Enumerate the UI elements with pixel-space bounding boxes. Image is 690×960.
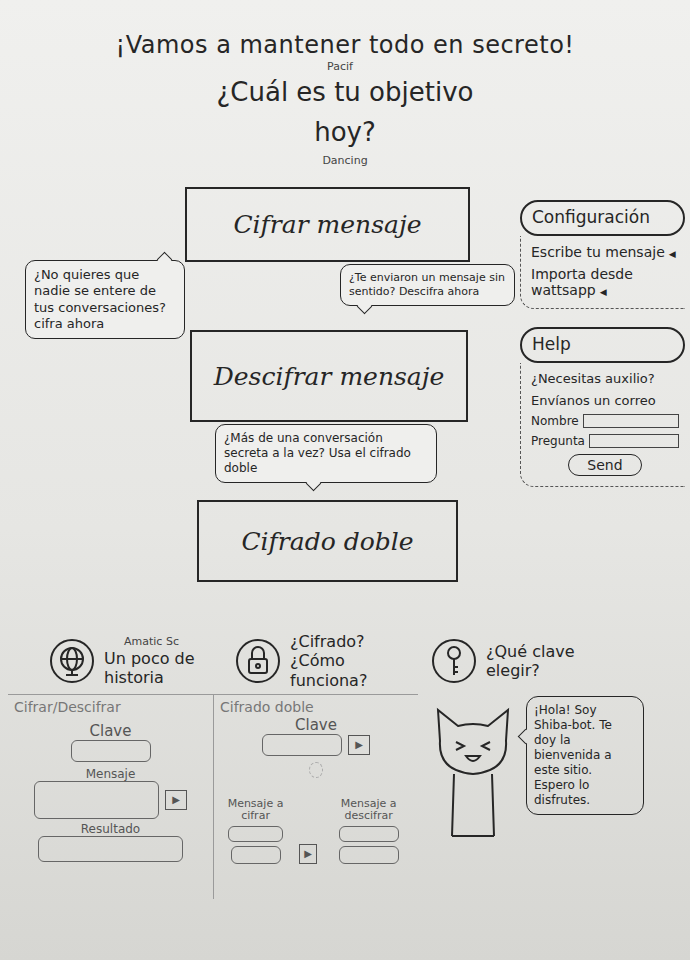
field-label: Resultado xyxy=(81,823,140,836)
decrypt-column: Mensaje a descifrar xyxy=(325,796,412,864)
field-label: Clave xyxy=(90,723,132,740)
message-row: ▶ xyxy=(34,781,187,819)
message-input[interactable] xyxy=(34,781,159,819)
field-label: Mensaje xyxy=(86,768,136,781)
form-field: Pregunta xyxy=(531,434,679,448)
form-field: Nombre xyxy=(531,414,679,428)
main: Cifrar mensaje Descifrar mensaje Cifrado d… xyxy=(0,168,690,602)
tools: Cifrar/DescifrarClaveMensaje▶ResultadoCi… xyxy=(0,694,690,899)
paper-sketch: ¡Vamos a mantener todo en secreto!Pacif¿… xyxy=(0,0,690,960)
text-input[interactable] xyxy=(583,414,679,428)
run-button[interactable]: ▶ xyxy=(299,844,317,864)
result-output xyxy=(339,846,399,864)
message-input[interactable] xyxy=(339,826,399,842)
title: ¡Vamos a mantener todo en secreto! xyxy=(116,30,575,60)
text-input[interactable] xyxy=(589,434,679,448)
key-input[interactable] xyxy=(262,734,342,756)
panel-title: Cifrado doble xyxy=(220,699,314,715)
info-label: ¿Qué clave elegir? xyxy=(486,642,596,680)
info-label: Un poco de historia xyxy=(104,649,204,687)
action-button[interactable]: Cifrar mensaje xyxy=(185,187,470,262)
help-hint: Envíanos un correo xyxy=(531,393,679,409)
action-column: Cifrar mensaje Descifrar mensaje Cifrado d… xyxy=(10,182,515,602)
field-label: Mensaje a cifrar xyxy=(220,798,291,822)
cipher-panel: Cifrar/Descifrar Clave Mensaje ▶ Resultado xyxy=(8,694,213,899)
field-label: Mensaje a descifrar xyxy=(325,798,412,822)
field-label: Clave xyxy=(295,717,337,734)
header: ¡Vamos a mantener todo en secreto!Pacif¿… xyxy=(0,0,690,168)
font-note: Dancing xyxy=(322,154,367,168)
run-button[interactable]: ▶ xyxy=(348,735,370,755)
key-icon xyxy=(430,637,478,685)
help-question: ¿Necesitas auxilio? xyxy=(531,371,679,387)
action-button[interactable]: Cifrado doble xyxy=(197,500,458,582)
lock-icon xyxy=(234,637,282,685)
info-text: ¿Qué clave elegir? xyxy=(486,642,596,680)
font-note: Pacif xyxy=(327,60,353,74)
send-button[interactable]: Send xyxy=(568,454,641,476)
font-note: Amatic Sc xyxy=(124,635,204,649)
sidebar: Configuración Escribe tu mensaje◀ Importa … xyxy=(520,182,685,602)
key-row: ▶ xyxy=(262,734,370,756)
message-input[interactable] xyxy=(228,826,283,842)
key-input[interactable] xyxy=(71,740,151,762)
tip-bubble: ¿No quieres que nadie se entere de tus c… xyxy=(25,260,185,339)
info-link[interactable]: ¿Qué clave elegir? xyxy=(430,628,596,694)
double-fields: Mensaje a cifrar ▶ Mensaje a descifrar xyxy=(220,796,412,864)
config-item[interactable]: Escribe tu mensaje◀ xyxy=(531,244,679,260)
subtitle: hoy? xyxy=(314,110,376,154)
tip-bubble: ¿Más de una conversación secreta a la ve… xyxy=(215,424,437,483)
connector xyxy=(309,762,323,778)
action-button[interactable]: Descifrar mensaje xyxy=(190,330,468,422)
info-links: Amatic ScUn poco de historia ¿Cifrado? ¿C… xyxy=(0,602,690,694)
info-text: Amatic ScUn poco de historia xyxy=(104,635,204,687)
globe-icon xyxy=(48,637,96,685)
info-label: ¿Cifrado? ¿Cómo funciona? xyxy=(290,632,400,690)
subtitle: ¿Cuál es tu objetivo xyxy=(217,74,474,110)
run-button[interactable]: ▶ xyxy=(165,790,187,810)
tip-bubble: ¿Te enviaron un mensaje sin sentido? Des… xyxy=(340,264,515,306)
result-output xyxy=(231,846,281,864)
panel-title: Cifrar/Descifrar xyxy=(14,699,121,715)
encrypt-column: Mensaje a cifrar xyxy=(220,796,291,864)
help-header[interactable]: Help xyxy=(520,327,685,363)
arrow-icon: ◀ xyxy=(669,249,676,259)
result-output xyxy=(38,836,183,862)
info-link[interactable]: ¿Cifrado? ¿Cómo funciona? xyxy=(234,628,400,694)
help-form: ¿Necesitas auxilio? Envíanos un correo Nom… xyxy=(520,363,685,487)
shiba-bot-icon xyxy=(428,696,518,846)
field-label: Pregunta xyxy=(531,434,585,448)
bot-bubble: ¡Hola! Soy Shiba-bot. Te doy la bienveni… xyxy=(526,696,644,815)
arrow-icon: ◀ xyxy=(600,287,607,297)
info-text: ¿Cifrado? ¿Cómo funciona? xyxy=(290,632,400,690)
bot-area: ¡Hola! Soy Shiba-bot. Te doy la bienveni… xyxy=(418,694,690,899)
info-link[interactable]: Amatic ScUn poco de historia xyxy=(48,628,204,694)
double-panel: Cifrado dobleClave▶Mensaje a cifrar▶Mens… xyxy=(213,694,418,899)
config-header[interactable]: Configuración xyxy=(520,200,685,236)
config-menu: Escribe tu mensaje◀ Importa desde wattsap… xyxy=(520,236,685,309)
field-label: Nombre xyxy=(531,414,579,428)
config-item[interactable]: Importa desde wattsapp◀ xyxy=(531,266,679,298)
